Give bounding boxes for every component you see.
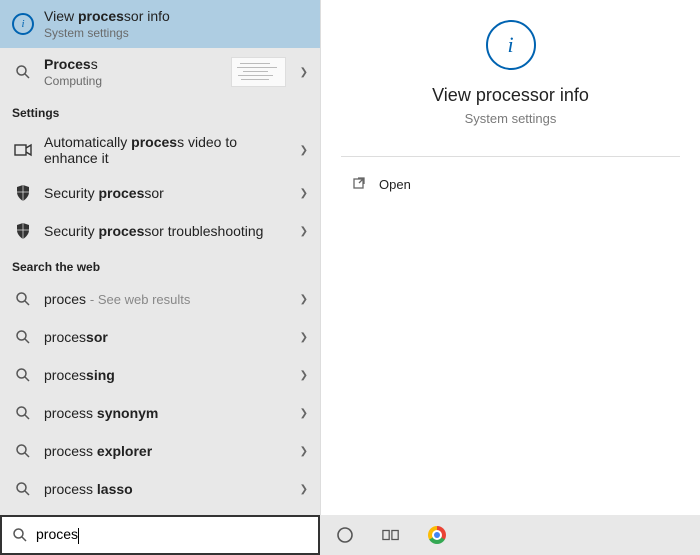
shield-icon [12, 220, 34, 242]
result-subtitle: System settings [44, 26, 308, 40]
chevron-right-icon: ❯ [300, 370, 308, 381]
web-result-item[interactable]: processor ❯ [0, 318, 320, 356]
detail-panel: i View processor info System settings Op… [320, 0, 700, 515]
video-icon [12, 139, 34, 161]
result-title: Process [44, 56, 231, 72]
best-match-item[interactable]: i View processor info System settings [0, 0, 320, 48]
result-title: process lasso [44, 481, 292, 497]
web-result-item[interactable]: processing ❯ [0, 356, 320, 394]
web-result-item[interactable]: process meaning❯ [0, 508, 320, 515]
chevron-right-icon: ❯ [300, 446, 308, 457]
info-icon: i [486, 20, 536, 70]
web-result-item[interactable]: process explorer ❯ [0, 432, 320, 470]
task-view-icon[interactable] [382, 526, 400, 544]
web-result-item[interactable]: process synonym ❯ [0, 394, 320, 432]
settings-section-label: Settings [0, 96, 320, 126]
shield-icon [12, 182, 34, 204]
open-action[interactable]: Open [341, 169, 680, 199]
chevron-right-icon: ❯ [300, 484, 308, 495]
result-title: process explorer [44, 443, 292, 459]
result-thumbnail [231, 57, 286, 87]
result-title: Automatically process video to enhance i… [44, 134, 292, 166]
taskbar: proces [0, 515, 700, 555]
search-icon [12, 527, 28, 543]
result-title: proces - See web results [44, 291, 292, 307]
chevron-right-icon: ❯ [300, 67, 308, 78]
open-icon [351, 175, 369, 193]
chevron-right-icon: ❯ [300, 145, 308, 156]
info-icon: i [12, 13, 34, 35]
chevron-right-icon: ❯ [300, 226, 308, 237]
web-result-item[interactable]: proces - See web results ❯ [0, 280, 320, 318]
search-icon [12, 288, 34, 310]
result-title: processor [44, 329, 292, 345]
search-results-panel: i View processor info System settings Pr… [0, 0, 320, 515]
settings-result-item[interactable]: Security processor troubleshooting ❯ [0, 212, 320, 250]
result-title: View processor info [44, 8, 308, 24]
result-title: Security processor [44, 185, 292, 201]
process-computing-item[interactable]: Process Computing ❯ [0, 48, 320, 96]
chevron-right-icon: ❯ [300, 294, 308, 305]
search-icon [12, 61, 34, 83]
result-subtitle: Computing [44, 74, 231, 88]
settings-result-item[interactable]: Automatically process video to enhance i… [0, 126, 320, 174]
search-input[interactable]: proces [36, 526, 308, 543]
settings-result-item[interactable]: Security processor ❯ [0, 174, 320, 212]
detail-title: View processor info [432, 85, 589, 106]
open-label: Open [379, 177, 411, 192]
chevron-right-icon: ❯ [300, 188, 308, 199]
chevron-right-icon: ❯ [300, 408, 308, 419]
search-icon [12, 364, 34, 386]
result-title: Security processor troubleshooting [44, 223, 292, 239]
search-icon [12, 440, 34, 462]
result-title: process synonym [44, 405, 292, 421]
cortana-icon[interactable] [336, 526, 354, 544]
detail-subtitle: System settings [465, 111, 557, 126]
chevron-right-icon: ❯ [300, 332, 308, 343]
web-result-item[interactable]: process lasso ❯ [0, 470, 320, 508]
search-icon [12, 402, 34, 424]
web-section-label: Search the web [0, 250, 320, 280]
search-icon [12, 478, 34, 500]
chrome-icon[interactable] [428, 526, 446, 544]
search-icon [12, 326, 34, 348]
search-box[interactable]: proces [0, 515, 320, 555]
result-title: processing [44, 367, 292, 383]
